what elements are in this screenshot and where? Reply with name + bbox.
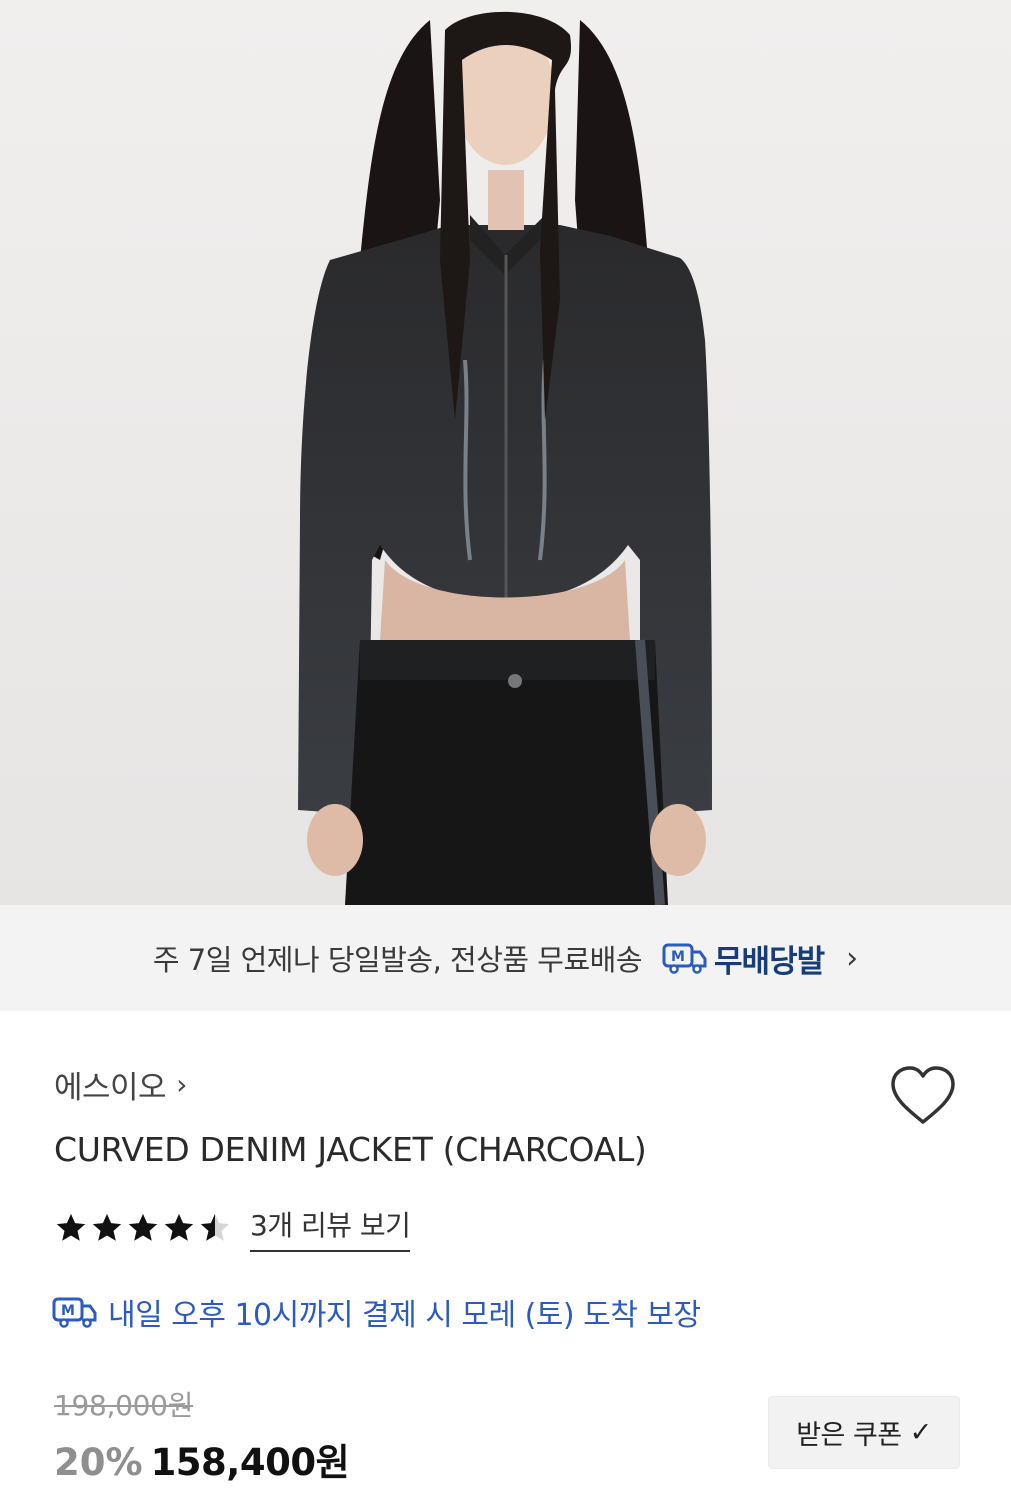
chevron-right-icon: › [846,940,859,976]
delivery-promo-banner[interactable]: 주 7일 언제나 당일발송, 전상품 무료배송 M 무배당발 › [0,905,1011,1011]
product-photo [0,0,1011,905]
price-row: 20% 158,400원 [54,1432,350,1486]
original-price: 198,000원 [54,1389,194,1422]
brand-link[interactable]: 에스이오 › [54,1062,187,1107]
star-full-icon [92,1213,122,1241]
badge-label: 무배당발 [714,943,825,980]
coupon-label: 받은 쿠폰 [796,1420,902,1451]
svg-text:M: M [61,1303,75,1319]
delivery-notice: 내일 오후 10시까지 결제 시 모레 (토) 도착 보장 [108,1298,701,1333]
star-rating [54,1211,232,1245]
product-image [0,0,1011,905]
received-coupon-button[interactable]: 받은 쿠폰 ✓ [768,1396,960,1469]
rating-row: 3개 리뷰 보기 [54,1204,411,1252]
brand-name: 에스이오 [54,1070,167,1106]
m-truck-icon: M [662,943,707,974]
star-full-icon [56,1213,86,1241]
wishlist-button[interactable] [888,1064,958,1128]
discount-rate: 20% [54,1441,143,1484]
delivery-badge: M 무배당발 [662,936,825,981]
banner-text: 주 7일 언제나 당일발송, 전상품 무료배송 [152,943,643,977]
svg-text:M: M [671,949,685,965]
delivery-guarantee: M 내일 오후 10시까지 결제 시 모레 (토) 도착 보장 [52,1290,701,1334]
sale-price: 158,400원 [150,1441,350,1484]
star-full-icon [164,1213,194,1241]
view-reviews-link[interactable]: 3개 리뷰 보기 [250,1204,411,1252]
heart-icon [891,1066,955,1124]
m-truck-icon: M [52,1297,97,1328]
star-half-icon [200,1213,230,1241]
chevron-right-icon: › [176,1068,188,1101]
check-icon: ✓ [909,1417,933,1448]
product-title: CURVED DENIM JACKET (CHARCOAL) [54,1130,647,1169]
star-full-icon [128,1213,158,1241]
